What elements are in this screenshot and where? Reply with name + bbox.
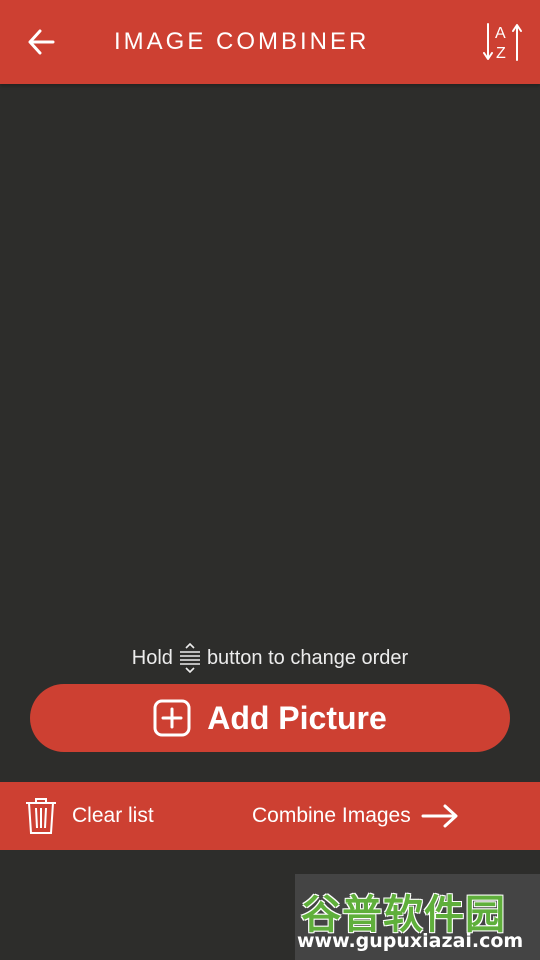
hint-text-after: button to change order <box>206 646 409 669</box>
bottom-action-bar: Clear list Combine Images <box>0 782 540 850</box>
sort-button[interactable]: A Z <box>478 16 528 68</box>
drag-handle-icon <box>177 643 203 673</box>
hint-text-before: Hold <box>131 646 173 669</box>
watermark: 谷普软件园 www.gupuxiazai.com <box>295 874 540 960</box>
combine-images-button[interactable]: Combine Images <box>252 790 459 842</box>
svg-text:A: A <box>495 25 506 42</box>
sort-az-icon: A Z <box>483 23 522 62</box>
back-button[interactable] <box>18 20 64 64</box>
plus-square-icon <box>153 699 191 737</box>
app-screen: IMAGE COMBINER A Z Hold button to change… <box>0 0 540 960</box>
watermark-url: www.gupuxiazai.com <box>297 930 524 952</box>
add-picture-button[interactable]: Add Picture <box>30 684 510 752</box>
page-title: IMAGE COMBINER <box>114 28 370 55</box>
reorder-hint: Hold button to change order <box>0 640 540 676</box>
combine-images-label: Combine Images <box>252 804 411 827</box>
add-picture-label: Add Picture <box>207 699 387 736</box>
app-header: IMAGE COMBINER A Z <box>0 0 540 84</box>
arrow-left-icon <box>28 29 55 55</box>
svg-text:Z: Z <box>496 45 506 62</box>
clear-list-label: Clear list <box>72 804 154 827</box>
clear-list-button[interactable]: Clear list <box>24 790 154 842</box>
arrow-right-icon <box>421 803 459 829</box>
trash-icon <box>24 797 58 835</box>
